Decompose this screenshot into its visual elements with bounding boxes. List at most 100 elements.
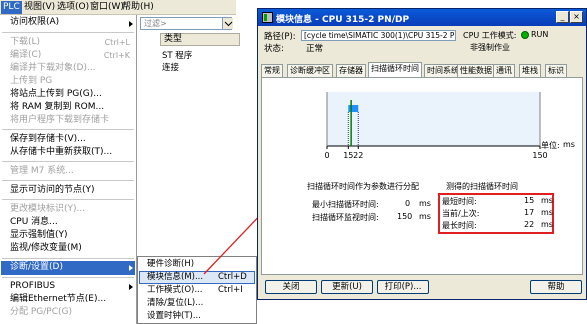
separator <box>2 129 134 130</box>
menu-item-copy-ram-rom[interactable]: 将 RAM 复制到 ROM... <box>10 101 104 114</box>
current-unit: ms <box>541 208 553 217</box>
menu-item-clear-reset[interactable]: 清除/复位(L)... <box>147 297 203 310</box>
tab-scan-cycle-time[interactable]: 扫描循环时间 <box>368 62 422 77</box>
current-value: 17 <box>524 208 535 217</box>
menu-options[interactable]: 选项(O) <box>55 1 91 14</box>
tab-identification[interactable]: 标识 <box>545 64 567 77</box>
min-cycle-value: 0 <box>405 199 411 208</box>
path-field: [cycle time\SIMATIC 300(1)\CPU 315-2 PN/… <box>301 30 456 41</box>
watch-cycle-label: 扫描循环监视时间: <box>312 213 379 222</box>
help-button[interactable]: 帮助 <box>530 280 582 294</box>
shortcut: Ctrl+K <box>103 51 130 60</box>
menu-item-monitor-modify[interactable]: 监视/修改变量(M) <box>10 242 82 255</box>
status-label: 状态: <box>264 44 284 54</box>
menu-bar: PLC 视图(V) 选项(O) 窗口(W) 帮助(H) <box>0 0 236 15</box>
tab-strip: 常规 诊断缓冲区 存储器 扫描循环时间 时间系统 性能数据 通讯 堆栈 标识 <box>261 62 583 77</box>
menu-help[interactable]: 帮助(H) <box>120 1 156 14</box>
x-tick-label: 0 <box>324 151 329 160</box>
measured-group-title: 测得的扫描循环时间 <box>446 182 518 191</box>
filter-combo[interactable]: 过滤> <box>140 17 232 30</box>
column-header-type[interactable]: 类型 <box>160 33 240 46</box>
print-button[interactable]: 打印(P)... <box>377 280 429 294</box>
update-button[interactable]: 更新(U) <box>321 280 373 294</box>
menu-item-compile[interactable]: 编译(C) <box>10 49 41 62</box>
menu-item-upload-pg[interactable]: 上传到 PG <box>10 75 52 88</box>
x-tick-label: 22 <box>353 151 363 160</box>
separator <box>2 199 134 200</box>
cycle-range-bar <box>348 105 359 112</box>
close-icon[interactable]: × <box>570 11 583 23</box>
dialog-titlebar: 模块信息 - CPU 315-2 PN/DP _ × <box>258 9 586 26</box>
menu-item-change-id[interactable]: 更改模块标识(Y)... <box>10 203 85 216</box>
menu-item-upload-station[interactable]: 将站点上传到 PG(G)... <box>10 88 102 101</box>
submenu-arrow-icon <box>129 265 133 271</box>
path-label: 路径(P): <box>264 32 296 42</box>
menu-item-hw-diagnostics[interactable]: 硬件诊断(H) <box>147 258 194 271</box>
minimize-button[interactable]: _ <box>556 11 569 23</box>
shortest-label: 最短时间: <box>442 197 477 206</box>
filter-text: 过滤> <box>144 19 167 28</box>
separator <box>2 180 134 181</box>
tab-stack[interactable]: 堆栈 <box>519 64 541 77</box>
shortcut: Ctrl+I <box>218 285 243 295</box>
unit-value: ms <box>563 140 575 149</box>
separator <box>2 161 134 162</box>
assigned-group-title: 扫描循环时间作为参数进行分配 <box>307 182 419 191</box>
tab-diagnostic-buffer[interactable]: 诊断缓冲区 <box>287 64 333 77</box>
min-cycle-label: 最小扫描循环时间: <box>312 200 379 209</box>
menu-item-cpu-messages[interactable]: CPU 消息... <box>10 216 58 229</box>
menu-item-download[interactable]: 下载(L) <box>10 36 40 49</box>
shortest-value: 15 <box>524 196 535 205</box>
dialog-title: 模块信息 - CPU 315-2 PN/DP <box>276 15 410 25</box>
menu-item-display-force[interactable]: 显示强制值(Y) <box>10 229 68 242</box>
tab-performance[interactable]: 性能数据 <box>457 64 495 77</box>
close-button[interactable]: 关闭 <box>265 280 317 294</box>
min-cycle-unit: ms <box>419 199 431 208</box>
forced-status: 非强制作业 <box>470 43 510 52</box>
tab-general[interactable]: 常规 <box>261 64 283 77</box>
submenu-arrow-icon <box>129 21 133 27</box>
list-item[interactable]: ST 程序 <box>162 49 192 61</box>
shortest-unit: ms <box>541 196 553 205</box>
menu-item-download-card[interactable]: 将用户程序下载到存储卡 <box>10 114 109 127</box>
menu-item-manage-m7[interactable]: 管理 M7 系统... <box>10 165 74 178</box>
menu-plc[interactable]: PLC <box>1 1 22 14</box>
submenu-arrow-icon <box>129 284 133 290</box>
shortcut: Ctrl+L <box>104 38 130 47</box>
tab-memory[interactable]: 存储器 <box>336 64 366 77</box>
menu-item-operating-mode[interactable]: 工作模式(O)... <box>147 284 202 297</box>
module-icon <box>262 12 273 23</box>
menu-item-profibus[interactable]: PROFIBUS <box>10 280 55 293</box>
menu-item-retrieve-card[interactable]: 从存储卡中重新获取(T)... <box>10 146 112 159</box>
separator <box>2 258 134 259</box>
cycle-time-chart: 0 15 22 150 <box>324 92 548 160</box>
cpu-mode-label: CPU 工作模式: <box>463 31 517 40</box>
x-tick-label: 15 <box>343 151 353 160</box>
list-item[interactable]: 连接 <box>162 61 179 73</box>
menu-item-diagnostics[interactable]: 诊断/设置(D) <box>10 261 63 274</box>
tab-communication[interactable]: 通讯 <box>493 64 515 77</box>
module-info-dialog: 模块信息 - CPU 315-2 PN/DP _ × 路径(P): [cycle… <box>257 8 587 300</box>
menu-item-compile-download[interactable]: 编译并下载对象(D)... <box>10 62 96 75</box>
chevron-down-icon[interactable] <box>222 18 233 29</box>
status-value: 正常 <box>306 44 324 54</box>
separator <box>2 32 134 33</box>
x-tick-label: 150 <box>532 151 547 160</box>
run-status-icon <box>521 31 529 39</box>
menu-item-save-card[interactable]: 保存到存储卡(V)... <box>10 133 86 146</box>
separator <box>2 277 134 278</box>
menu-item-edit-ethernet[interactable]: 编辑Ethernet节点(E)... <box>10 293 106 306</box>
longest-value: 22 <box>524 220 535 229</box>
menu-item-display-nodes[interactable]: 显示可访问的节点(Y) <box>10 184 95 197</box>
watch-cycle-unit: ms <box>419 212 431 221</box>
menu-item-set-clock[interactable]: 设置时钟(T)... <box>147 310 201 323</box>
plc-dropdown-menu: 访问权限(A) 下载(L) Ctrl+L 编译(C) Ctrl+K 编译并下载对… <box>0 15 137 324</box>
unit-label: 单位: <box>541 141 560 150</box>
menu-view[interactable]: 视图(V) <box>22 1 57 14</box>
menu-item-module-info[interactable]: 模块信息(M)... <box>147 271 203 284</box>
menu-item-assign-pgpc[interactable]: 分配 PG/PC(G) <box>10 306 72 319</box>
watch-cycle-value: 150 <box>397 212 413 221</box>
menu-item-access-rights[interactable]: 访问权限(A) <box>10 16 59 29</box>
scan-cycle-panel: 0 15 22 150 单位: ms 扫描循环时间作为参数进行分配 最小扫描循环时间:… <box>261 77 583 275</box>
current-label: 当前/上次: <box>442 209 480 218</box>
